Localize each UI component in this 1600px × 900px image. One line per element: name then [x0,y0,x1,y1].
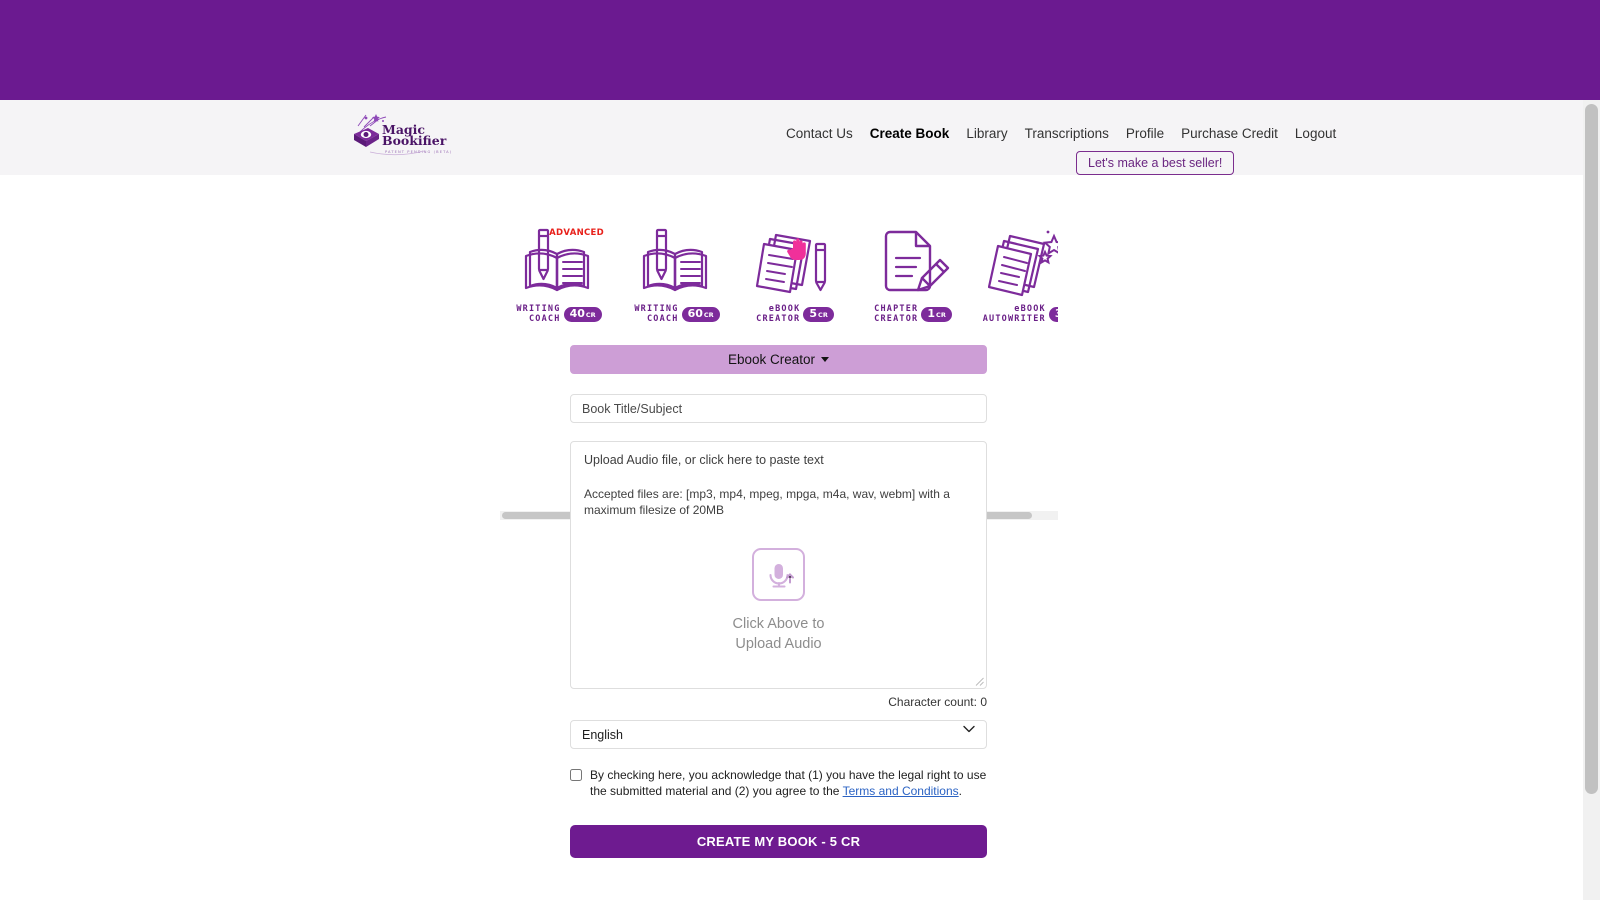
product-credit-badge: 5 CR [803,307,834,322]
audio-dropzone[interactable]: Upload Audio file, or click here to past… [570,441,987,689]
best-seller-button[interactable]: Let's make a best seller! [1076,151,1235,175]
product-ebook-creator-5[interactable]: eBOOK CREATOR 5 CR [736,220,854,324]
character-count: Character count: 0 [570,695,987,709]
product-ebook-autowriter-3[interactable]: eBOOK AUTOWRITER 3 CR [972,220,1058,324]
top-purple-band [0,0,1600,100]
product-credit-badge: 60 CR [681,307,720,322]
ebook-creator-icon [752,220,838,302]
product-carousel-track: ADVANCED WRITING COACH 40 CR WRITING COA… [500,220,1058,324]
writing-coach-icon [634,220,720,302]
product-line2: COACH [646,313,679,324]
product-credit-unit: CR [818,311,828,319]
dropzone-heading: Upload Audio file, or click here to past… [584,453,824,467]
product-label: CHAPTER CREATOR 1 CR [874,304,952,324]
product-line2: AUTOWRITER [982,313,1046,324]
character-count-label: Character count: [888,695,977,709]
writing-coach-advanced-icon: ADVANCED [516,220,604,302]
chapter-creator-icon [870,220,956,302]
product-credit-badge: 1 CR [921,307,952,322]
product-writing-coach-40[interactable]: ADVANCED WRITING COACH 40 CR [500,220,618,324]
consent-checkbox[interactable] [570,769,582,781]
product-line2: CREATOR [874,313,919,324]
create-my-book-button[interactable]: CREATE MY BOOK - 5 CR [570,825,987,858]
dropzone-formats: Accepted files are: [mp3, mp4, mpeg, mpg… [584,487,950,517]
product-credit-unit: CR [703,311,714,319]
consent-label: By checking here, you acknowledge that (… [590,767,987,799]
nav-item-transcriptions[interactable]: Transcriptions [1025,126,1109,141]
product-label: WRITING COACH 60 CR [634,304,720,324]
product-chapter-creator-1[interactable]: CHAPTER CREATOR 1 CR [854,220,972,324]
dropzone-cta-line2: Upload Audio [735,636,822,652]
product-credit-badge: 40 CR [563,307,602,322]
language-select-wrap: English [570,709,987,749]
mode-dropdown-label: Ebook Creator [727,352,816,367]
nav-item-create-book[interactable]: Create Book [870,126,950,141]
logo-text-bookifier: Bookifier [382,133,447,148]
dropzone-cta-group: Click Above to Upload Audio [571,548,986,654]
consent-text-part2: . [958,784,962,798]
magic-bookifier-logo[interactable]: Magic Bookifier PATENT PENDING (BETA) [352,112,462,162]
terms-and-conditions-link[interactable]: Terms and Conditions [843,784,959,798]
logo-icon: Magic Bookifier PATENT PENDING (BETA) [354,114,451,156]
product-credit-unit: CR [936,311,946,319]
product-credits: 1 [927,307,936,320]
product-credits: 3 [1055,308,1058,320]
product-label: eBOOK CREATOR 5 CR [756,304,834,324]
dropzone-cta-text: Click Above to Upload Audio [733,614,825,654]
product-writing-coach-60[interactable]: WRITING COACH 60 CR [618,220,736,324]
product-label: WRITING COACH 40 CR [516,304,602,324]
product-label: eBOOK AUTOWRITER 3 CR [982,304,1058,324]
chevron-down-icon [821,357,830,362]
book-title-input[interactable] [570,394,987,423]
nav-item-profile[interactable]: Profile [1126,126,1164,141]
consent-row: By checking here, you acknowledge that (… [570,767,987,799]
main-content: ADVANCED WRITING COACH 40 CR WRITING COA… [0,175,1583,900]
upload-audio-button[interactable] [752,548,805,601]
textarea-resize-handle[interactable] [975,677,984,686]
nav-item-contact-us[interactable]: Contact Us [786,126,853,141]
character-count-value: 0 [980,695,987,709]
browser-scrollbar-thumb[interactable] [1585,104,1598,794]
advanced-tag: ADVANCED [549,228,604,238]
language-select[interactable]: English [570,720,987,749]
product-credits: 5 [809,307,818,320]
nav-item-logout[interactable]: Logout [1295,126,1336,141]
product-credit-badge: 3 CR [1048,307,1058,322]
microphone-upload-icon [768,563,794,588]
dropzone-cta-line1: Click Above to [732,616,825,632]
create-book-form: Ebook Creator Upload Audio file, or clic… [570,345,987,858]
product-line2: CREATOR [756,313,801,324]
mode-dropdown[interactable]: Ebook Creator [570,345,987,374]
product-carousel[interactable]: ADVANCED WRITING COACH 40 CR WRITING COA… [500,220,1058,340]
product-credits: 40 [569,307,585,320]
product-credit-unit: CR [585,311,596,319]
nav-item-library[interactable]: Library [966,126,1007,141]
ebook-autowriter-icon [988,220,1058,302]
product-credits: 60 [687,307,703,320]
product-line2: COACH [528,313,561,324]
nav-item-purchase-credit[interactable]: Purchase Credit [1181,126,1278,141]
main-navigation: Contact Us Create Book Library Transcrip… [786,126,1336,141]
